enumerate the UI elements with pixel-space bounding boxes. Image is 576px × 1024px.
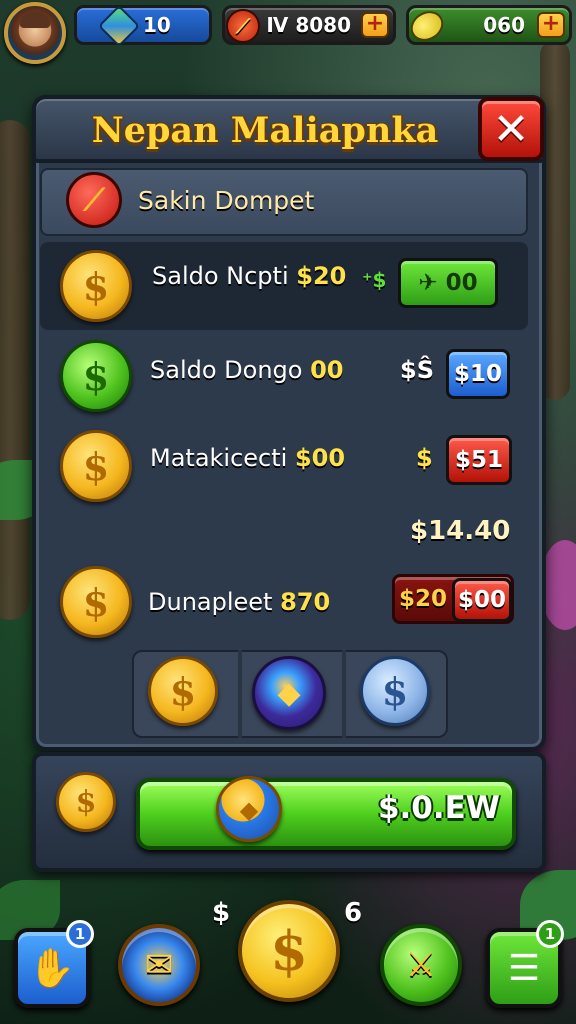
close-button[interactable]: ✕ [478,97,544,161]
tray-divider [342,650,346,738]
tray-gold-coin[interactable]: $ [148,656,218,726]
row-amount: 00 [310,356,344,384]
wallet-icon: ⟋ [66,172,122,228]
player-avatar[interactable] [4,2,66,64]
subtotal-amount: $14.40 [410,516,511,546]
row-secondary-amount: $20 [399,586,448,612]
resource-bar: 10 ⟋ Ⅳ 8080 + 060 + [0,0,576,64]
glove-badge: 1 [66,920,94,948]
menu-badge: 1 [536,920,564,948]
lemon-icon [405,4,449,48]
nav-right-label: 6 [344,898,363,928]
row-label: Saldo Dongo 00 [150,356,344,384]
wallet-subheader-label: Sakin Dompet [138,186,315,215]
cash-counter[interactable]: ⟋ Ⅳ 8080 + [222,5,396,45]
glove-icon: ✋ [28,945,76,990]
avatar-hair [20,12,50,28]
cash-value: Ⅳ 8080 [266,13,351,37]
add-lemon-button[interactable]: + [537,12,565,38]
tree-trunk-left [0,120,30,620]
tray-gem-coin[interactable]: ◆ [252,656,326,730]
row-amount: $00 [294,444,346,472]
nav-left-label: $ [212,898,231,928]
gold-coin-icon: $ [60,566,132,638]
row-label: Saldo Ncpti $20 [152,262,347,290]
row-action-button[interactable]: $00 [452,578,512,622]
buy-coin-icon: ◆ [216,776,282,842]
row-action-button[interactable]: ✈ 00 [398,258,498,308]
row-symbol: ⁺$ [362,268,387,292]
add-cash-button[interactable]: + [361,12,389,38]
shop-coin-nav-button[interactable]: $ [238,900,340,1002]
sword-nav-button[interactable]: ⚔ [380,924,462,1006]
lemon-value: 060 [483,13,525,37]
sword-icon: ⚔ [405,945,437,985]
gold-coin-icon: $ [60,250,132,322]
tray-silver-coin[interactable]: $ [360,656,430,726]
gem-icon [97,4,141,48]
map-nav-button[interactable]: ✉ [118,924,200,1006]
cash-icon: ⟋ [221,4,265,48]
list-icon: ☰ [507,947,541,989]
row-action-button[interactable]: $51 [446,435,512,485]
row-symbol: $Ŝ [400,356,434,384]
row-amount: 870 [280,588,331,616]
gold-coin-icon: $ [60,430,132,502]
row-amount: $20 [296,262,347,290]
row-label: Matakicecti $00 [150,444,346,472]
gems-counter[interactable]: 10 [74,4,212,48]
row-label: Dunapleet 870 [148,588,331,616]
dialog-title: Nepan Maliapnka [91,110,439,151]
green-coin-icon: $ [60,340,132,412]
row-symbol: $ [416,444,433,472]
buy-button-label: $.0.EW [377,790,500,826]
tray-divider [238,650,242,738]
footer-coin-icon: $ [56,772,116,832]
gems-value: 10 [143,13,171,37]
row-action-button[interactable]: $10 [446,349,510,399]
lemon-counter[interactable]: 060 + [405,4,572,48]
map-icon: ✉ [144,945,174,985]
